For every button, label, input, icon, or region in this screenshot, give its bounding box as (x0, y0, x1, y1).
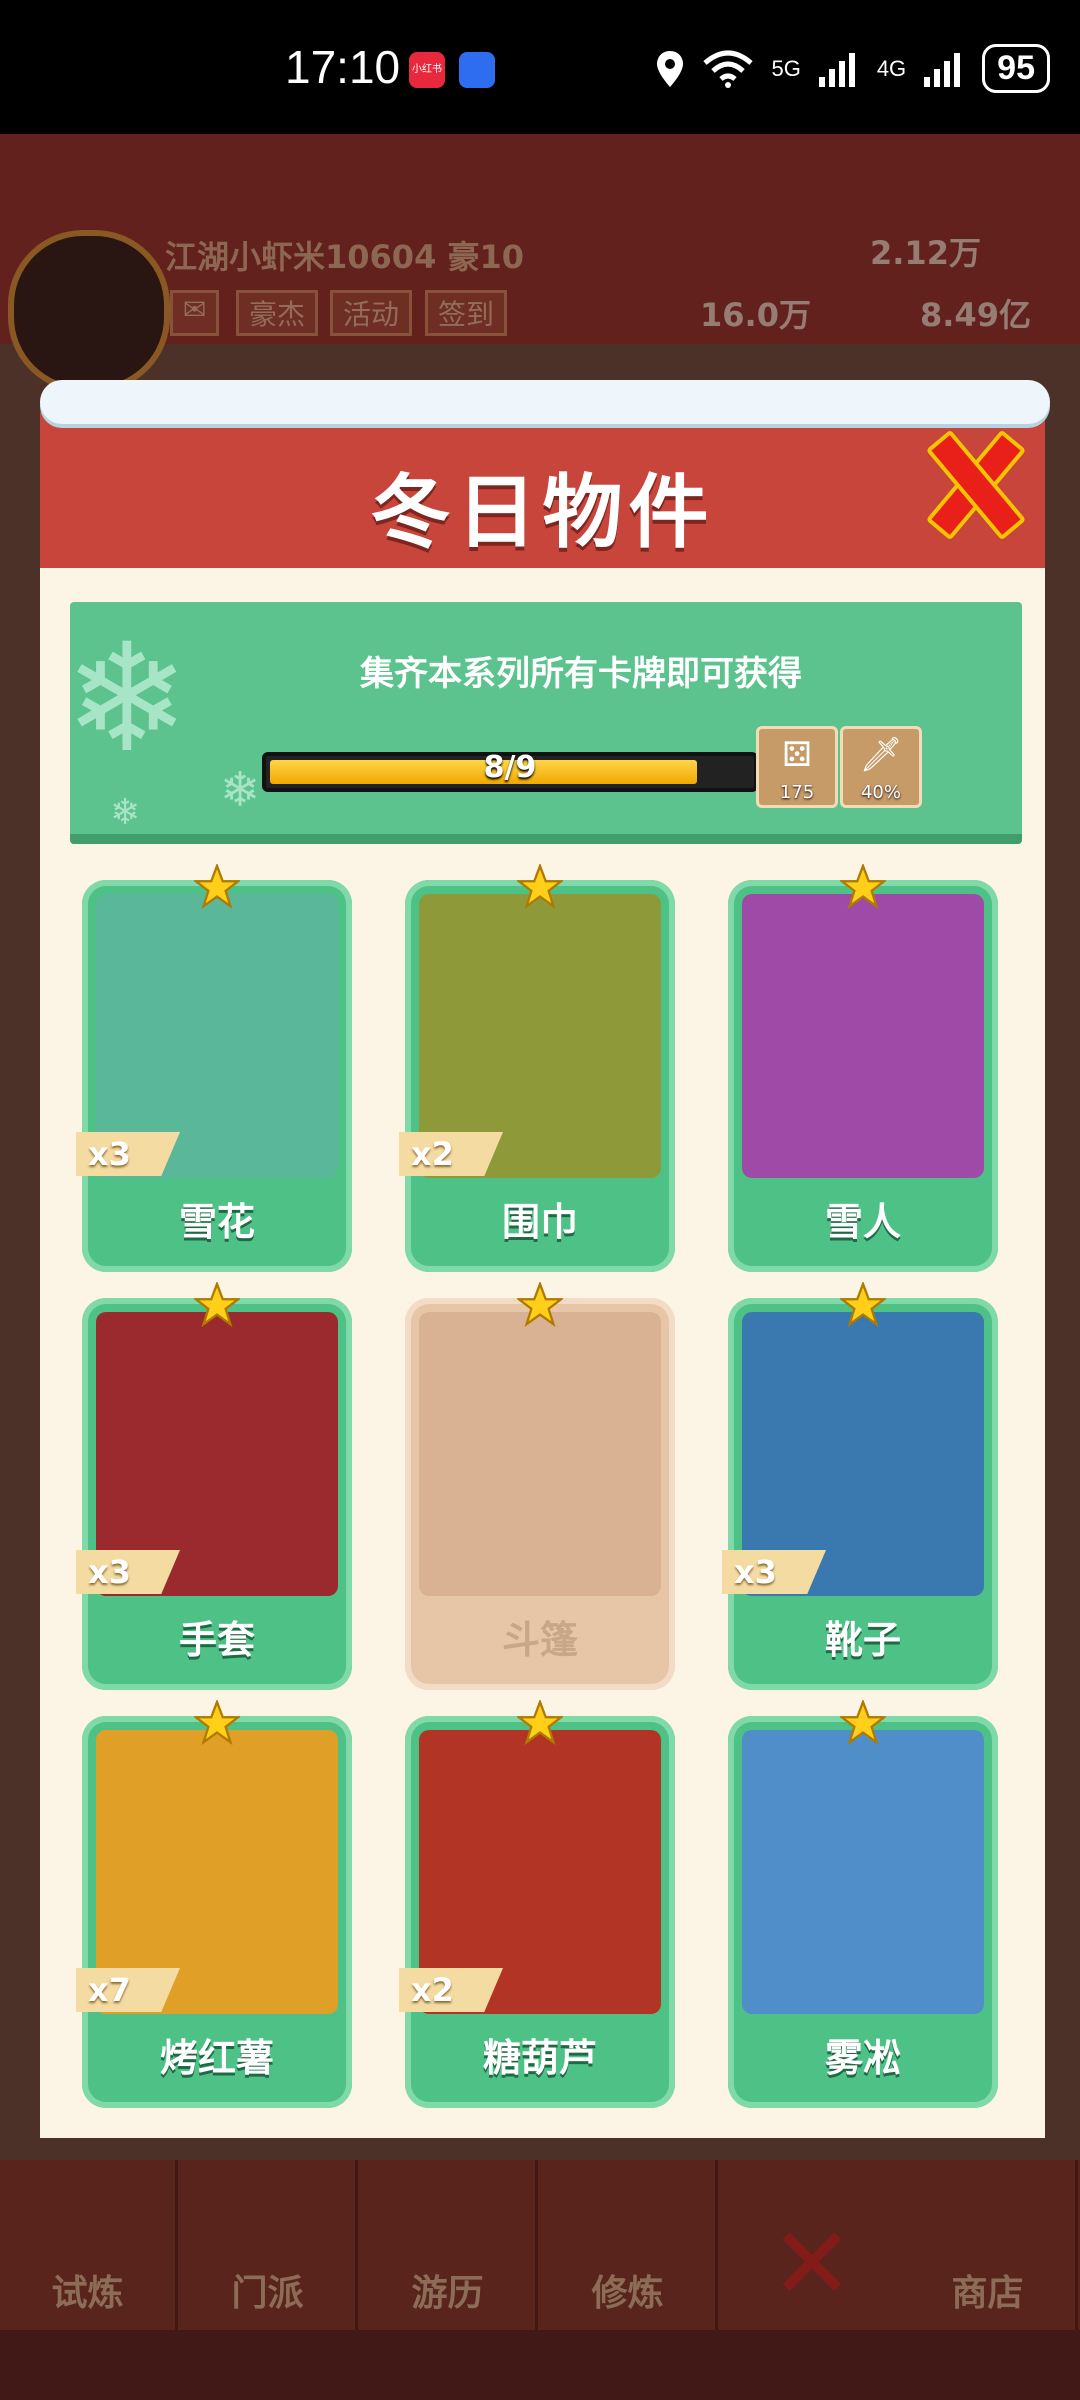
wifi-icon (703, 50, 754, 88)
reward-dice[interactable]: ⚄ 175 (756, 726, 838, 808)
collection-card[interactable]: 斗篷 (405, 1282, 675, 1696)
collection-card[interactable]: x7 烤红薯 (76, 1700, 352, 2114)
card-name: 靴子 (824, 1618, 901, 1662)
card-name: 手套 (178, 1618, 255, 1662)
card-art (742, 894, 984, 1178)
card-art (742, 1730, 984, 2014)
collection-card[interactable]: x2 围巾 (399, 864, 675, 1278)
status-bar: 17:10 小红书 5G 4G 95 (0, 0, 1080, 134)
collection-card[interactable]: x3 雪花 (76, 864, 352, 1278)
collection-card[interactable]: 雾凇 (728, 1700, 998, 2114)
4g-signal-label: 4G (876, 55, 907, 81)
close-button[interactable] (920, 429, 1027, 541)
sword-icon: 🗡 (859, 735, 903, 775)
collection-card[interactable]: 雪人 (728, 864, 998, 1278)
battery-indicator: 95 (982, 44, 1050, 93)
lightbulb-app-icon (459, 52, 495, 88)
snow-cap-decoration (40, 380, 1050, 424)
status-icons: 5G 4G 95 (655, 44, 1050, 93)
collection-card[interactable]: x3 靴子 (722, 1282, 998, 1696)
collection-card[interactable]: x3 手套 (76, 1282, 352, 1696)
card-name: 围巾 (501, 1200, 578, 1244)
star-icon (517, 1700, 563, 1746)
card-name: 雪人 (824, 1200, 901, 1244)
card-name: 糖葫芦 (482, 2036, 597, 2080)
star-icon (840, 1700, 886, 1746)
collection-card[interactable]: x2 糖葫芦 (399, 1700, 675, 2114)
signal-5g-icon (818, 52, 855, 87)
dice-icon: ⚄ (782, 735, 812, 775)
5g-signal-label: 5G (771, 55, 801, 81)
reward-sword[interactable]: 🗡 40% (840, 726, 922, 808)
card-name: 斗篷 (501, 1618, 578, 1662)
modal-header: 冬日物件 (40, 412, 1045, 576)
location-icon (657, 50, 684, 87)
clock: 17:10 (285, 41, 401, 93)
card-name: 烤红薯 (159, 2036, 274, 2080)
star-icon (194, 1282, 240, 1328)
card-art (419, 1312, 661, 1596)
star-icon (517, 864, 563, 910)
star-icon (517, 1282, 563, 1328)
star-icon (840, 1282, 886, 1328)
small-snowflake-icon: ❄ (110, 792, 141, 833)
modal-title: 冬日物件 (370, 466, 715, 559)
snowflake-icon: ❄ (70, 612, 190, 786)
small-snowflake-icon: ❄ (220, 762, 261, 818)
star-icon (194, 864, 240, 910)
star-icon (194, 1700, 240, 1746)
signal-4g-icon (924, 52, 961, 87)
star-icon (840, 864, 886, 910)
card-name: 雪花 (178, 1200, 255, 1244)
progress-text: 8/9 (483, 750, 537, 785)
xiaohongshu-app-icon: 小红书 (409, 52, 445, 88)
card-name: 雾凇 (824, 2036, 901, 2080)
banner-text: 集齐本系列所有卡牌即可获得 (360, 654, 802, 694)
